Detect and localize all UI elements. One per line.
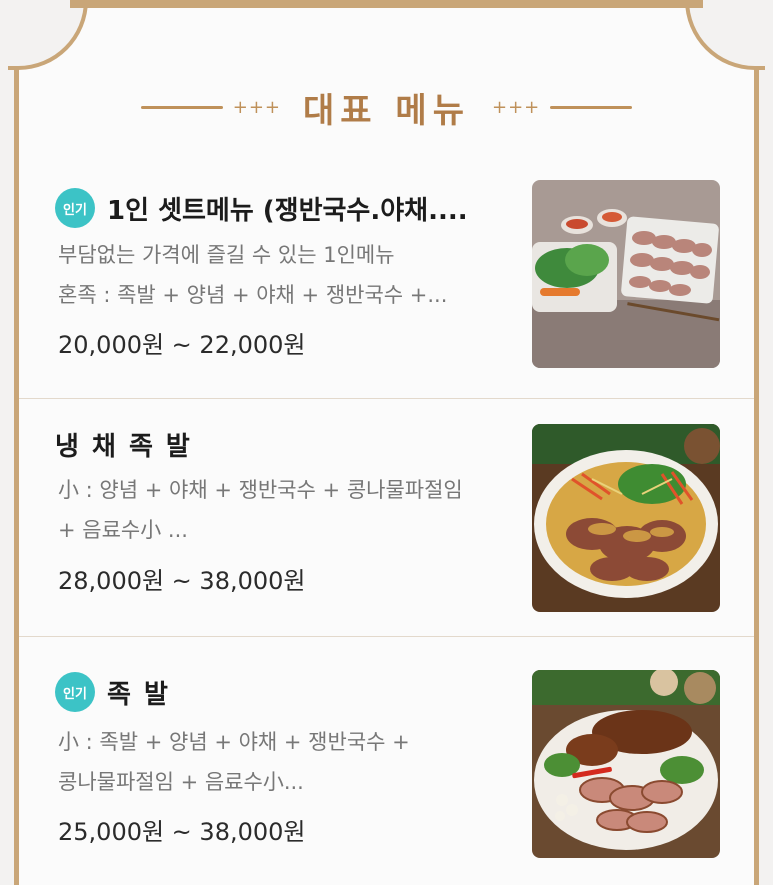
item-description-line: 혼족 : 족발 + 양념 + 야채 + 쟁반국수 +...	[58, 283, 448, 307]
item-description-line: 小 : 양념 + 야채 + 쟁반국수 + 콩나물파절임	[58, 478, 463, 502]
item-title-row: 인기 족 발	[55, 672, 170, 712]
item-title: 1인 셋트메뉴 (쟁반국수.야채....	[107, 195, 468, 226]
item-title-row: 냉 채 족 발	[55, 426, 192, 463]
item-title: 냉 채 족 발	[55, 432, 192, 462]
item-description: 小 : 족발 + 양념 + 야채 + 쟁반국수 + 콩나물파절임 + 음료수小.…	[58, 722, 528, 802]
section-header: +++ 대표 메뉴 +++	[0, 82, 773, 132]
item-photo[interactable]	[532, 424, 720, 612]
item-title: 족 발	[107, 679, 170, 710]
popular-badge: 인기	[55, 188, 95, 228]
item-description-line: 小 : 족발 + 양념 + 야채 + 쟁반국수 +	[58, 730, 410, 754]
menu-item[interactable]: 인기 1인 셋트메뉴 (쟁반국수.야채.... 부담없는 가격에 즐길 수 있는…	[19, 160, 754, 399]
menu-item[interactable]: 인기 족 발 小 : 족발 + 양념 + 야채 + 쟁반국수 + 콩나물파절임 …	[19, 640, 754, 878]
item-photo[interactable]	[532, 180, 720, 368]
deco-line-right	[550, 105, 633, 109]
item-description-line: + 음료수小 ...	[58, 518, 188, 542]
item-description-line: 부담없는 가격에 즐길 수 있는 1인메뉴	[58, 243, 395, 267]
item-description-line: 콩나물파절임 + 음료수小...	[58, 770, 304, 794]
item-title-row: 인기 1인 셋트메뉴 (쟁반국수.야채....	[55, 188, 468, 228]
frame-top-band	[70, 0, 703, 8]
item-description: 부담없는 가격에 즐길 수 있는 1인메뉴 혼족 : 족발 + 양념 + 야채 …	[58, 235, 528, 315]
item-price: 25,000원 ~ 38,000원	[58, 818, 306, 846]
sparkle-icon: +++	[232, 96, 282, 118]
deco-line-left	[140, 105, 223, 109]
item-photo[interactable]	[532, 670, 720, 858]
sparkle-icon: +++	[491, 96, 541, 118]
item-price: 20,000원 ~ 22,000원	[58, 331, 306, 359]
menu-item[interactable]: 냉 채 족 발 小 : 양념 + 야채 + 쟁반국수 + 콩나물파절임 + 음료…	[19, 398, 754, 637]
item-description: 小 : 양념 + 야채 + 쟁반국수 + 콩나물파절임 + 음료수小 ...	[58, 470, 528, 550]
popular-badge: 인기	[55, 672, 95, 712]
section-title: 대표 메뉴	[303, 90, 470, 131]
item-price: 28,000원 ~ 38,000원	[58, 567, 306, 595]
